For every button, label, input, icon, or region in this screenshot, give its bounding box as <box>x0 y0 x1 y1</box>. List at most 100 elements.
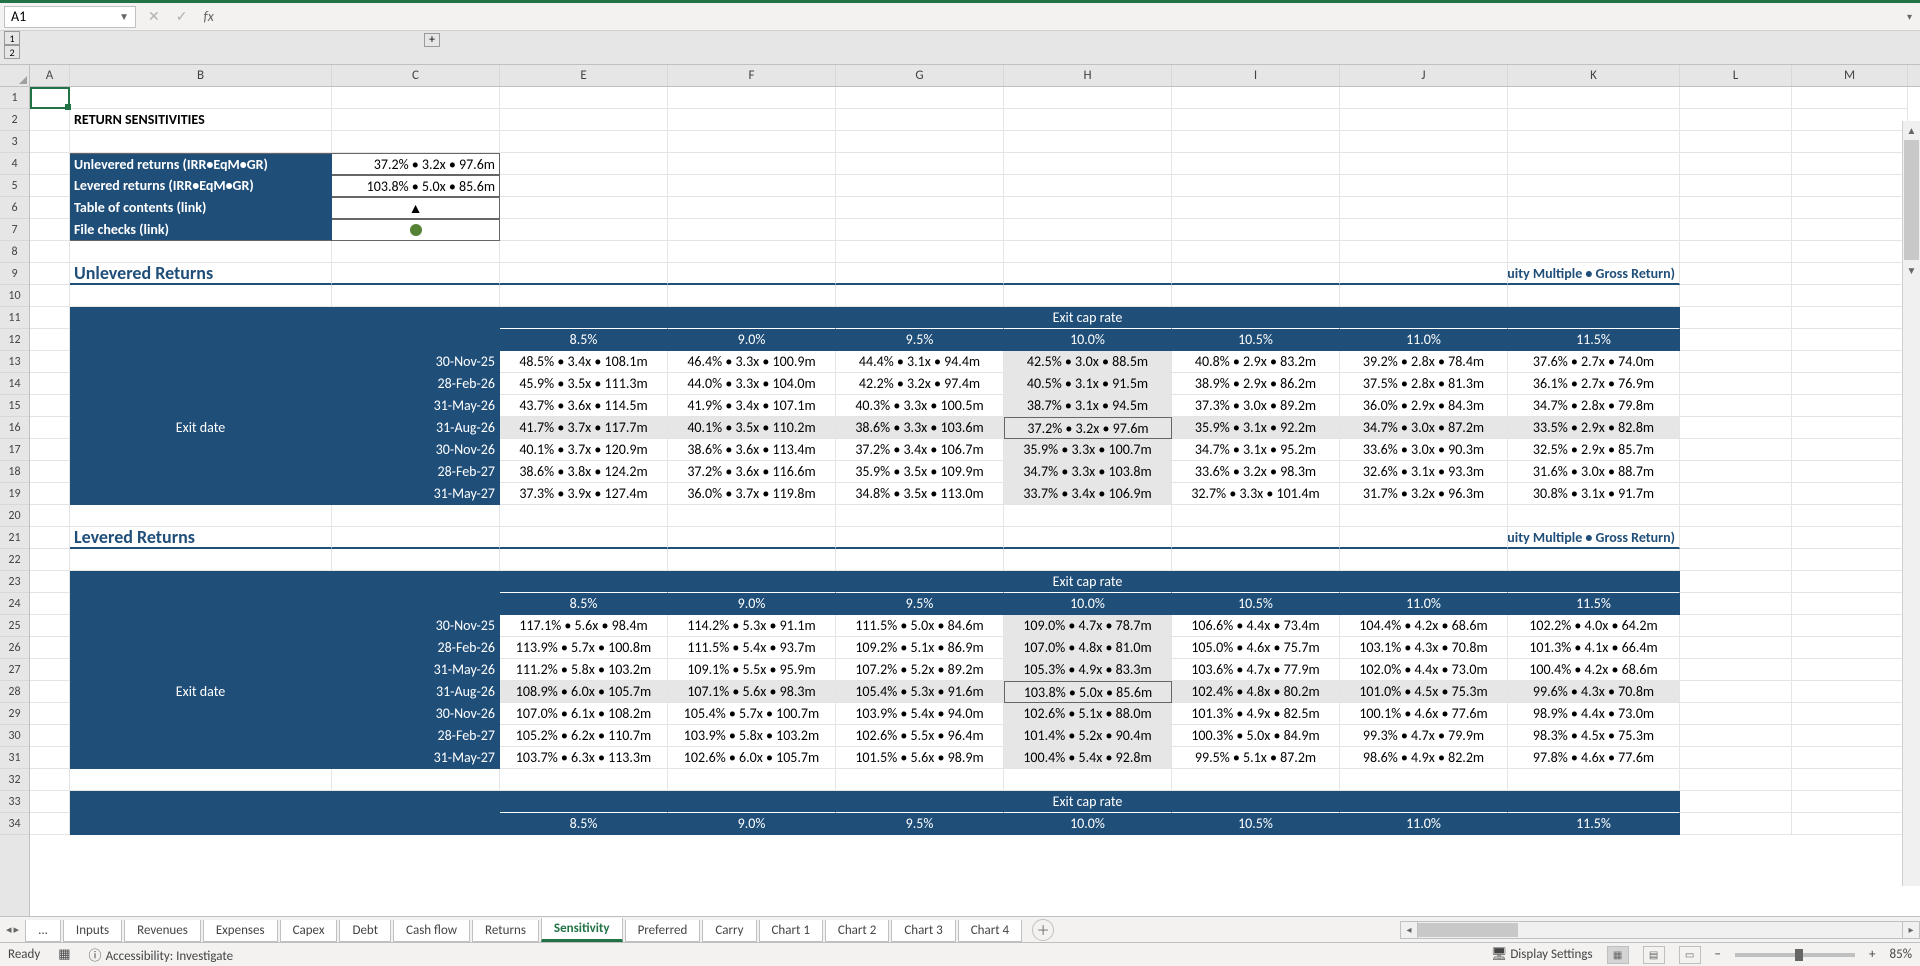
sensitivity-value[interactable]: 32.5% • 2.9x • 85.7m <box>1508 439 1680 461</box>
cell[interactable] <box>1680 417 1792 439</box>
row-header[interactable]: 1 <box>0 87 29 109</box>
sensitivity-value[interactable]: 106.6% • 4.4x • 73.4m <box>1172 615 1340 637</box>
hscroll-left-icon[interactable]: ◂ <box>1400 921 1418 939</box>
sensitivity-value[interactable]: 103.7% • 6.3x • 113.3m <box>500 747 668 769</box>
section-levered-title[interactable]: Levered Returns <box>70 527 332 549</box>
row-header[interactable]: 33 <box>0 791 29 813</box>
cell[interactable] <box>500 131 668 153</box>
column-header[interactable]: L <box>1680 65 1792 86</box>
grid-main[interactable]: ABCEFGHIJKLM RETURN SENSITIVITIESUnlever… <box>30 65 1920 916</box>
cell[interactable] <box>1508 153 1680 175</box>
cell[interactable] <box>1792 263 1908 285</box>
cell[interactable] <box>1004 263 1172 285</box>
cell[interactable] <box>668 791 836 813</box>
cell[interactable] <box>1680 681 1792 703</box>
cell[interactable] <box>1792 549 1908 571</box>
section-unlevered-title[interactable]: Unlevered Returns <box>70 263 332 285</box>
cell[interactable] <box>836 263 1004 285</box>
sensitivity-value[interactable]: 37.3% • 3.9x • 127.4m <box>500 483 668 505</box>
axis-row-label[interactable]: Exit date <box>70 681 332 703</box>
cell[interactable] <box>30 483 70 505</box>
cell[interactable] <box>668 109 836 131</box>
sensitivity-value[interactable]: 100.3% • 5.0x • 84.9m <box>1172 725 1340 747</box>
toc-link-icon[interactable]: ▲ <box>332 197 500 219</box>
row-header[interactable]: 30 <box>0 725 29 747</box>
cell[interactable] <box>1680 593 1792 615</box>
sensitivity-value[interactable]: 32.6% • 3.1x • 93.3m <box>1340 461 1508 483</box>
select-all-corner[interactable] <box>0 65 29 87</box>
cell[interactable] <box>500 571 668 593</box>
cell[interactable] <box>30 681 70 703</box>
summary-toc-label[interactable]: Table of contents (link) <box>70 197 332 219</box>
cell[interactable] <box>30 417 70 439</box>
cell[interactable] <box>1792 329 1908 351</box>
summary-unlev-value[interactable]: 37.2% • 3.2x • 97.6m <box>332 153 500 175</box>
axis-row-label[interactable] <box>70 615 332 637</box>
sensitivity-value[interactable]: 105.2% • 6.2x • 110.7m <box>500 725 668 747</box>
zoom-in-button[interactable]: + <box>1869 947 1875 962</box>
cell[interactable] <box>836 197 1004 219</box>
new-sheet-button[interactable]: ＋ <box>1032 919 1054 941</box>
cell[interactable] <box>1340 571 1508 593</box>
cell[interactable] <box>30 791 70 813</box>
cell[interactable] <box>1680 395 1792 417</box>
sensitivity-value[interactable]: 41.9% • 3.4x • 107.1m <box>668 395 836 417</box>
cell[interactable] <box>1004 769 1172 791</box>
cell[interactable] <box>500 769 668 791</box>
cell[interactable] <box>30 461 70 483</box>
cap-rate-header[interactable]: 11.0% <box>1340 329 1508 351</box>
cap-rate-header[interactable]: 8.5% <box>500 329 668 351</box>
cell[interactable] <box>30 87 70 109</box>
cell[interactable] <box>332 131 500 153</box>
cell[interactable] <box>1340 527 1508 549</box>
cell[interactable] <box>1680 747 1792 769</box>
axis-row-label[interactable] <box>70 637 332 659</box>
cell[interactable] <box>1792 791 1908 813</box>
cell[interactable] <box>1680 549 1792 571</box>
cell[interactable] <box>1172 527 1340 549</box>
cell[interactable] <box>1340 791 1508 813</box>
cell[interactable] <box>30 725 70 747</box>
row-header[interactable]: 24 <box>0 593 29 615</box>
cell[interactable] <box>836 153 1004 175</box>
sensitivity-value[interactable]: 101.3% • 4.9x • 82.5m <box>1172 703 1340 725</box>
cell[interactable] <box>30 263 70 285</box>
sensitivity-value[interactable]: 102.4% • 4.8x • 80.2m <box>1172 681 1340 703</box>
cell[interactable] <box>30 219 70 241</box>
cell[interactable] <box>1792 285 1908 307</box>
sensitivity-value[interactable]: 111.2% • 5.8x • 103.2m <box>500 659 668 681</box>
axis-col-label[interactable]: Exit cap rate <box>1004 571 1172 593</box>
sensitivity-value[interactable]: 34.7% • 3.1x • 95.2m <box>1172 439 1340 461</box>
cell[interactable] <box>1792 109 1908 131</box>
cell[interactable] <box>1172 263 1340 285</box>
cell[interactable] <box>836 87 1004 109</box>
outline-level-2[interactable]: 2 <box>4 45 20 59</box>
sensitivity-value[interactable]: 107.2% • 5.2x • 89.2m <box>836 659 1004 681</box>
row-header[interactable]: 8 <box>0 241 29 263</box>
cell[interactable] <box>500 791 668 813</box>
cell[interactable] <box>30 285 70 307</box>
cell[interactable] <box>1004 109 1172 131</box>
sheet-tab[interactable]: Capex <box>280 920 338 942</box>
cell[interactable] <box>30 593 70 615</box>
exit-date[interactable]: 28-Feb-27 <box>332 725 500 747</box>
cell[interactable] <box>70 131 332 153</box>
cell[interactable] <box>1340 285 1508 307</box>
cell[interactable] <box>30 153 70 175</box>
cell[interactable] <box>1004 527 1172 549</box>
sensitivity-value[interactable]: 34.7% • 3.3x • 103.8m <box>1004 461 1172 483</box>
cell[interactable] <box>836 505 1004 527</box>
row-header[interactable]: 17 <box>0 439 29 461</box>
tab-last-icon[interactable]: ▸ <box>14 923 20 936</box>
accessibility-status[interactable]: ⓘAccessibility: Investigate <box>89 945 234 964</box>
sensitivity-value[interactable]: 33.6% • 3.0x • 90.3m <box>1340 439 1508 461</box>
cell[interactable] <box>500 285 668 307</box>
cell[interactable] <box>1792 505 1908 527</box>
outline-expand-button[interactable]: + <box>424 33 440 47</box>
cell[interactable] <box>1792 351 1908 373</box>
cap-rate-header[interactable]: 11.5% <box>1508 593 1680 615</box>
sensitivity-value[interactable]: 45.9% • 3.5x • 111.3m <box>500 373 668 395</box>
sensitivity-value[interactable]: 105.3% • 4.9x • 83.3m <box>1004 659 1172 681</box>
axis-row-label[interactable] <box>70 439 332 461</box>
cell[interactable] <box>836 571 1004 593</box>
